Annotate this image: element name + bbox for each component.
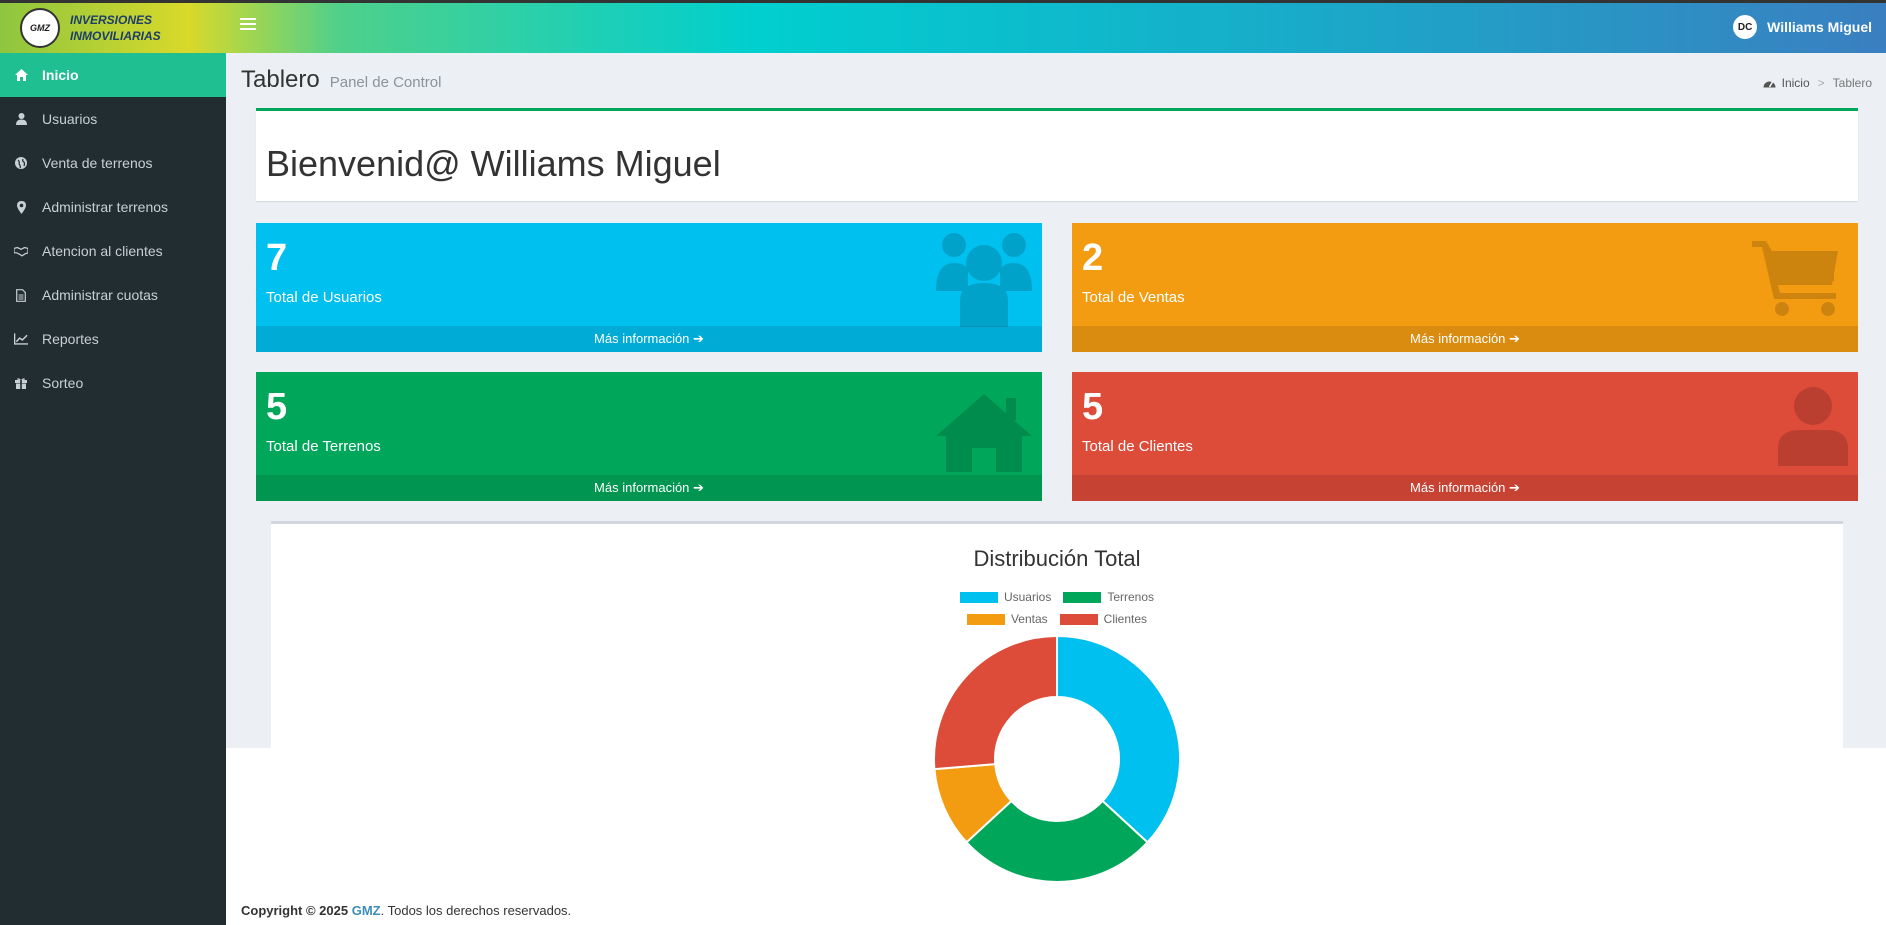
more-info-label: Más información: [1410, 480, 1506, 495]
more-info-link[interactable]: Más información ➔: [256, 326, 1042, 352]
copyright-prefix: Copyright © 2025: [241, 903, 349, 918]
copyright-brand-link[interactable]: GMZ: [352, 903, 381, 918]
sidebar-item-label: Reportes: [42, 331, 99, 347]
legend-swatch: [1063, 591, 1102, 603]
legend-label: Clientes: [1103, 612, 1148, 626]
legend-item[interactable]: Terrenos: [1063, 590, 1154, 604]
legend-item[interactable]: Clientes: [1059, 612, 1148, 626]
sidebar-item-administrar-terrenos[interactable]: Administrar terrenos: [0, 185, 226, 229]
map-marker-icon: [14, 200, 28, 214]
legend-label: Terrenos: [1107, 590, 1155, 604]
home-icon: [14, 68, 28, 82]
sidebar-item-atencion-clientes[interactable]: Atencion al clientes: [0, 229, 226, 273]
logo-emblem: GMZ: [20, 8, 60, 48]
dashboard-icon: [1763, 78, 1776, 88]
stat-label: Total de Usuarios: [266, 289, 382, 306]
person-icon: [1778, 386, 1848, 482]
sidebar-item-label: Usuarios: [42, 111, 98, 127]
legend-swatch: [966, 613, 1005, 625]
brand-name-line1: INVERSIONES: [70, 13, 153, 27]
gift-icon: [14, 376, 28, 390]
content-header: Tablero Panel de Control: [241, 66, 441, 94]
welcome-box: Bienvenid@ Williams Miguel: [256, 108, 1858, 201]
line-chart-icon: [14, 332, 28, 346]
more-info-link[interactable]: Más información ➔: [1072, 475, 1858, 501]
sidebar-item-label: Administrar terrenos: [42, 199, 169, 215]
user-icon: [14, 112, 28, 126]
donut-slice-clientes[interactable]: [933, 634, 1058, 771]
donut-chart: [933, 634, 1181, 883]
more-info-label: Más información: [594, 331, 690, 346]
sidebar-item-administrar-cuotas[interactable]: Administrar cuotas: [0, 273, 226, 317]
sidebar-item-label: Inicio: [42, 67, 79, 83]
breadcrumb: Inicio > Tablero: [1763, 76, 1872, 90]
arrow-circle-right-icon: ➔: [693, 331, 704, 346]
stat-value: 7: [266, 237, 288, 279]
stat-label: Total de Terrenos: [266, 438, 381, 455]
donut-slice-usuarios[interactable]: [1056, 634, 1181, 844]
sidebar-item-usuarios[interactable]: Usuarios: [0, 97, 226, 141]
more-info-link[interactable]: Más información ➔: [1072, 326, 1858, 352]
cart-icon: [1752, 237, 1848, 333]
page-title: Tablero: [241, 66, 320, 93]
sidebar-item-sorteo[interactable]: Sorteo: [0, 361, 226, 405]
more-info-label: Más información: [594, 480, 690, 495]
sidebar-item-reportes[interactable]: Reportes: [0, 317, 226, 361]
users-icon: [936, 231, 1032, 327]
sidebar-item-venta-terrenos[interactable]: Venta de terrenos: [0, 141, 226, 185]
welcome-heading: Bienvenid@ Williams Miguel: [266, 143, 721, 184]
user-name: Williams Miguel: [1767, 19, 1872, 35]
legend-label: Ventas: [1010, 612, 1048, 626]
sidebar-item-inicio[interactable]: Inicio: [0, 53, 226, 97]
chart-title: Distribución Total: [973, 546, 1141, 571]
copyright-suffix: . Todos los derechos reservados.: [380, 903, 572, 918]
sidebar-item-label: Sorteo: [42, 375, 84, 391]
arrow-circle-right-icon: ➔: [1509, 331, 1520, 346]
stat-box-clientes: 5 Total de Clientes Más información ➔: [1072, 372, 1858, 501]
user-menu[interactable]: DC Williams Miguel: [1733, 15, 1872, 39]
more-info-label: Más información: [1410, 331, 1506, 346]
stat-box-usuarios: 7 Total de Usuarios Más información ➔: [256, 223, 1042, 352]
legend-swatch: [959, 591, 998, 603]
house-icon: [936, 392, 1032, 488]
top-navbar: GMZ INVERSIONES INMOVILIARIAS DC William…: [0, 0, 1886, 53]
sidebar-item-label: Administrar cuotas: [42, 287, 158, 303]
legend-swatch: [1059, 613, 1098, 625]
stat-value: 5: [1082, 386, 1104, 428]
stat-label: Total de Ventas: [1082, 289, 1185, 306]
breadcrumb-home-link[interactable]: Inicio: [1782, 76, 1810, 90]
legend-item[interactable]: Ventas: [966, 612, 1048, 626]
brand-name-line2: INMOVILIARIAS: [70, 29, 161, 43]
globe-icon: [14, 156, 28, 170]
sidebar: Inicio Usuarios Venta de terrenos Admini…: [0, 53, 226, 925]
arrow-circle-right-icon: ➔: [1509, 480, 1520, 495]
sidebar-item-label: Venta de terrenos: [42, 155, 153, 171]
breadcrumb-current: Tablero: [1832, 76, 1872, 90]
more-info-link[interactable]: Más información ➔: [256, 475, 1042, 501]
legend-label: Usuarios: [1003, 590, 1052, 604]
handshake-icon: [14, 244, 28, 258]
avatar: DC: [1733, 15, 1758, 39]
breadcrumb-separator: >: [1817, 76, 1825, 90]
page-subtitle: Panel de Control: [329, 74, 442, 91]
chart-box: Distribución Total Usuarios Terrenos Ven…: [271, 521, 1843, 883]
brand-name: INVERSIONES INMOVILIARIAS: [70, 12, 161, 44]
brand-logo[interactable]: GMZ INVERSIONES INMOVILIARIAS: [0, 3, 226, 53]
stat-box-terrenos: 5 Total de Terrenos Más información ➔: [256, 372, 1042, 501]
document-icon: [14, 288, 28, 302]
chart-legend-row-1: Usuarios Terrenos: [271, 590, 1843, 604]
stat-box-ventas: 2 Total de Ventas Más información ➔: [1072, 223, 1858, 352]
sidebar-toggle-icon[interactable]: [240, 18, 256, 32]
legend-item[interactable]: Usuarios: [959, 590, 1052, 604]
stat-value: 2: [1082, 237, 1104, 279]
arrow-circle-right-icon: ➔: [693, 480, 704, 495]
stat-label: Total de Clientes: [1082, 438, 1193, 455]
sidebar-item-label: Atencion al clientes: [42, 243, 163, 259]
stat-value: 5: [266, 386, 288, 428]
chart-legend-row-2: Ventas Clientes: [271, 612, 1843, 626]
copyright: Copyright © 2025 GMZ. Todos los derechos…: [241, 903, 571, 918]
